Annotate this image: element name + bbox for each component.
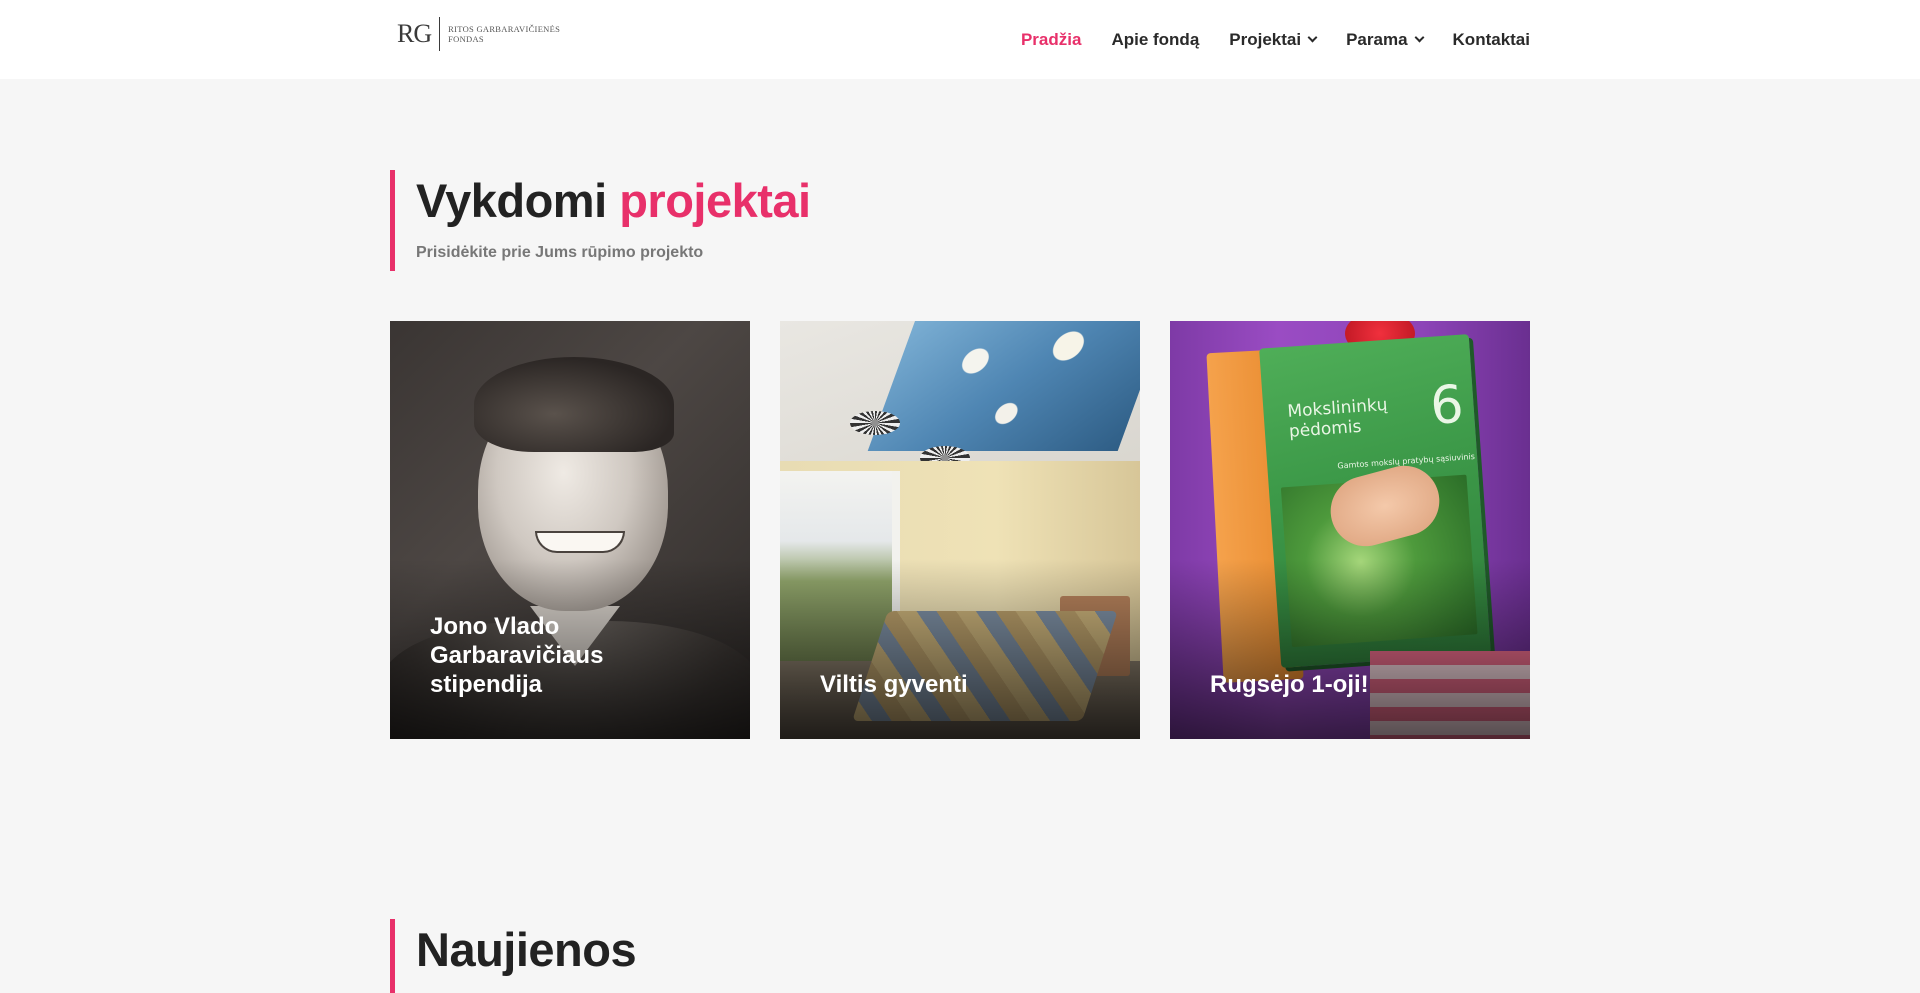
project-cards: Jono Vlado Garbaravičiaus stipendija Vil… — [390, 321, 1530, 739]
card-title: Jono Vlado Garbaravičiaus stipendija — [430, 613, 604, 698]
nav-label: Projektai — [1229, 29, 1302, 49]
room-sky-panel — [867, 321, 1140, 451]
card-overlay — [780, 559, 1140, 739]
portrait-smile — [535, 531, 625, 553]
nav-item-projektai[interactable]: Projektai — [1229, 29, 1318, 50]
news-section-title: Naujienos — [416, 923, 637, 976]
nav-label: Kontaktai — [1452, 29, 1530, 49]
nav-label: Parama — [1346, 29, 1408, 49]
nav-label: Pradžia — [1020, 29, 1082, 49]
site-logo[interactable]: RG RITOS GARBARAVIČIENĖS FONDAS — [397, 16, 560, 52]
project-card-stipendija[interactable]: Jono Vlado Garbaravičiaus stipendija — [390, 321, 750, 739]
site-header: RG RITOS GARBARAVIČIENĖS FONDAS Pradžia … — [0, 0, 1920, 79]
logo-mark: RG — [397, 19, 432, 48]
nav-item-parama[interactable]: Parama — [1346, 29, 1424, 50]
card-title: Viltis gyventi — [820, 671, 968, 698]
nav-item-apie-fonda[interactable]: Apie fondą — [1111, 30, 1199, 50]
title-accent: projektai — [619, 174, 811, 227]
projects-section-title: Vykdomi projektai — [416, 170, 811, 232]
portrait-hair — [474, 357, 674, 452]
projects-section-header: Vykdomi projektai Prisidėkite prie Jums … — [390, 170, 811, 271]
news-section-header: Naujienos — [390, 919, 637, 993]
chevron-down-icon — [1307, 32, 1318, 43]
project-card-viltis-gyventi[interactable]: Viltis gyventi — [780, 321, 1140, 739]
logo-line-1: RITOS GARBARAVIČIENĖS — [448, 24, 561, 34]
room-vent — [850, 411, 900, 435]
book-number: 6 — [1428, 374, 1466, 437]
nav-label: Apie fondą — [1111, 29, 1200, 49]
main-nav: Pradžia Apie fondą Projektai Parama Kont… — [1021, 0, 1530, 79]
projects-section-subtitle: Prisidėkite prie Jums rūpimo projekto — [416, 244, 704, 261]
project-card-rugsejo-1[interactable]: Mokslininkų pėdomis 6 Gamtos mokslų prat… — [1170, 321, 1530, 739]
title-main: Vykdomi — [416, 174, 607, 227]
nav-item-pradzia[interactable]: Pradžia — [1021, 30, 1081, 50]
logo-line-2: FONDAS — [448, 34, 484, 44]
logo-divider — [439, 17, 441, 51]
nav-item-kontaktai[interactable]: Kontaktai — [1453, 30, 1530, 50]
card-overlay — [1170, 559, 1530, 739]
chevron-down-icon — [1414, 32, 1424, 43]
logo-text: RITOS GARBARAVIČIENĖS FONDAS — [448, 24, 560, 44]
card-title: Rugsėjo 1-oji! — [1210, 671, 1369, 698]
